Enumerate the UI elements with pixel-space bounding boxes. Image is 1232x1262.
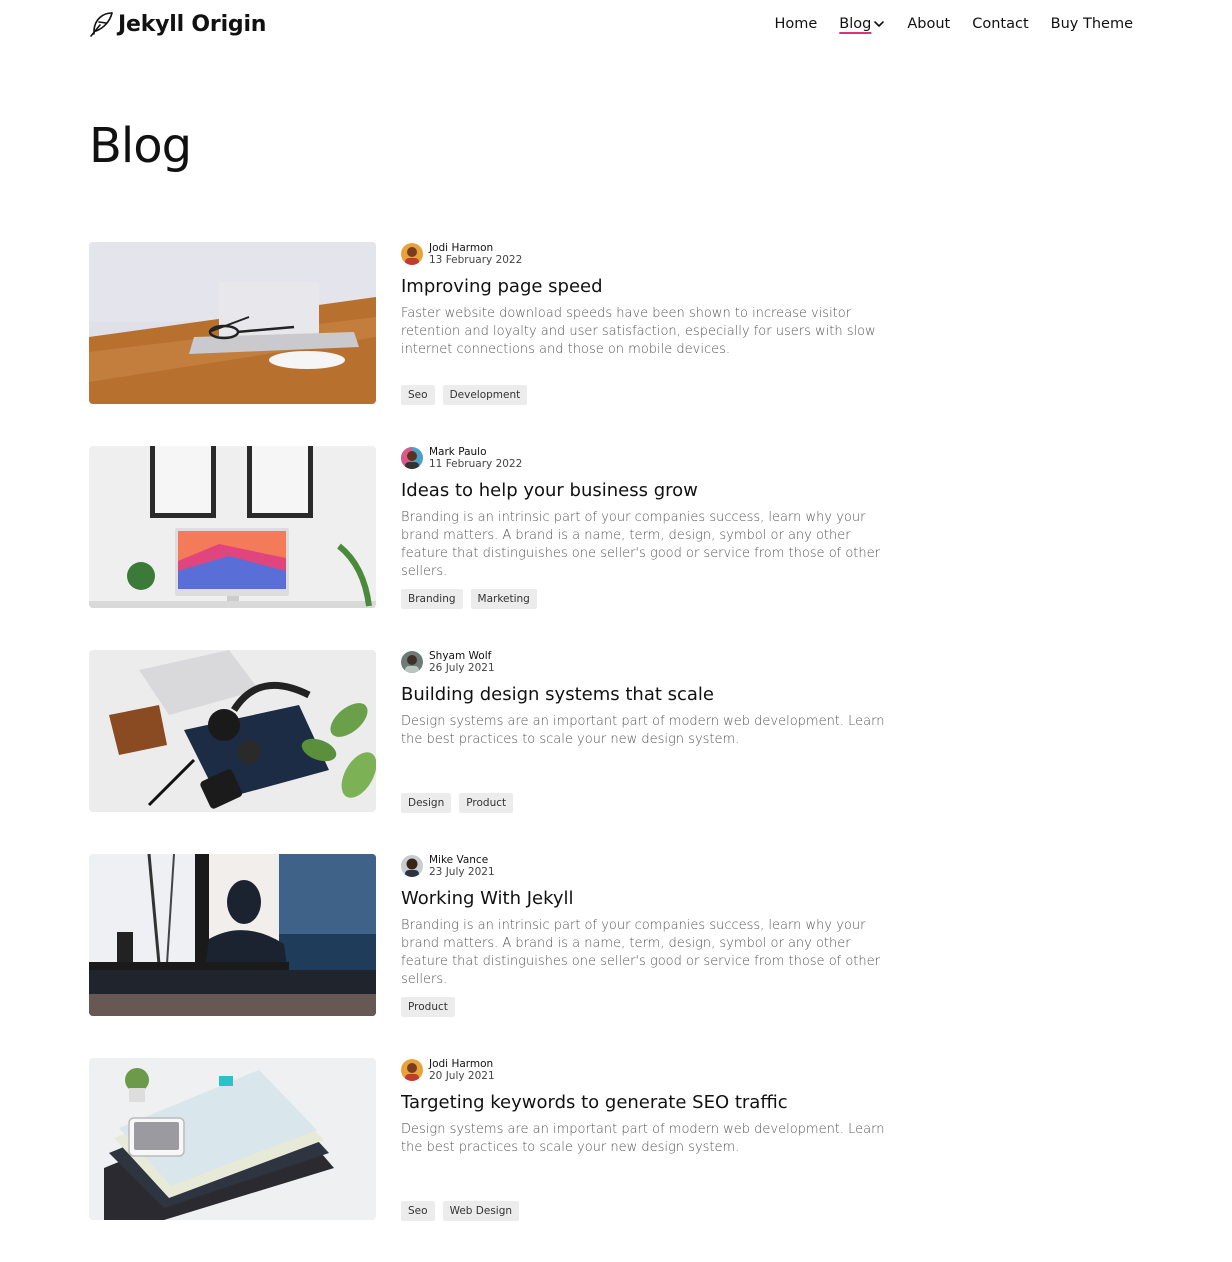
post-title[interactable]: Working With Jekyll xyxy=(401,886,891,912)
feather-icon xyxy=(90,12,113,37)
post-tags: Design Product xyxy=(401,793,514,813)
main-nav: Home Blog About Contact Buy Theme xyxy=(774,16,1133,32)
post-date: 20 July 2021 xyxy=(429,1070,495,1082)
post-thumbnail[interactable] xyxy=(89,650,376,812)
post-card: Mike Vance 23 July 2021 Working With Jek… xyxy=(89,854,891,1017)
post-content: Mark Paulo 11 February 2022 Ideas to hel… xyxy=(401,446,891,581)
post-tags: Product xyxy=(401,997,455,1017)
tag[interactable]: Web Design xyxy=(442,1201,520,1221)
post-date: 23 July 2021 xyxy=(429,866,495,878)
avatar xyxy=(401,651,423,673)
post-thumbnail[interactable] xyxy=(89,446,376,608)
avatar xyxy=(401,1059,423,1081)
post-thumbnail[interactable] xyxy=(89,1058,376,1220)
post-meta: Jodi Harmon 20 July 2021 xyxy=(401,1058,891,1082)
post-content: Jodi Harmon 13 February 2022 Improving p… xyxy=(401,242,891,359)
post-excerpt: Design systems are an important part of … xyxy=(401,714,885,747)
site-name: Jekyll Origin xyxy=(118,11,267,37)
post-author[interactable]: Mike Vance xyxy=(429,854,495,866)
post-excerpt: Design systems are an important part of … xyxy=(401,1122,885,1155)
post-excerpt: Branding is an intrinsic part of your co… xyxy=(401,918,880,987)
post-tags: Seo Web Design xyxy=(401,1201,520,1221)
post-card: Jodi Harmon 20 July 2021 Targeting keywo… xyxy=(89,1058,891,1221)
post-card: Mark Paulo 11 February 2022 Ideas to hel… xyxy=(89,446,891,609)
post-tags: Seo Development xyxy=(401,385,528,405)
post-author[interactable]: Mark Paulo xyxy=(429,446,522,458)
post-content: Jodi Harmon 20 July 2021 Targeting keywo… xyxy=(401,1058,891,1157)
post-image xyxy=(89,650,376,812)
site-header: Jekyll Origin Home Blog About Contact Bu… xyxy=(0,0,1232,52)
post-meta: Mark Paulo 11 February 2022 xyxy=(401,446,891,470)
tag[interactable]: Seo xyxy=(401,385,435,405)
tag[interactable]: Product xyxy=(459,793,514,813)
post-meta: Mike Vance 23 July 2021 xyxy=(401,854,891,878)
post-title[interactable]: Ideas to help your business grow xyxy=(401,478,891,504)
tag[interactable]: Marketing xyxy=(470,589,537,609)
post-image xyxy=(89,242,376,404)
post-content: Mike Vance 23 July 2021 Working With Jek… xyxy=(401,854,891,989)
post-image xyxy=(89,1058,376,1220)
avatar xyxy=(401,243,423,265)
site-logo[interactable]: Jekyll Origin xyxy=(89,10,266,38)
avatar xyxy=(401,447,423,469)
tag[interactable]: Development xyxy=(442,385,528,405)
page-title: Blog xyxy=(89,118,192,174)
post-image xyxy=(89,446,376,608)
post-card: Jodi Harmon 13 February 2022 Improving p… xyxy=(89,242,891,405)
post-date: 11 February 2022 xyxy=(429,458,523,470)
nav-buy-theme[interactable]: Buy Theme xyxy=(1051,16,1133,32)
post-author[interactable]: Jodi Harmon xyxy=(429,242,522,254)
post-meta: Jodi Harmon 13 February 2022 xyxy=(401,242,891,266)
post-meta: Shyam Wolf 26 July 2021 xyxy=(401,650,891,674)
tag[interactable]: Design xyxy=(401,793,452,813)
chevron-down-icon xyxy=(874,21,885,27)
post-tags: Branding Marketing xyxy=(401,589,537,609)
tag[interactable]: Seo xyxy=(401,1201,435,1221)
post-date: 13 February 2022 xyxy=(429,254,523,266)
tag[interactable]: Branding xyxy=(401,589,463,609)
post-list: Jodi Harmon 13 February 2022 Improving p… xyxy=(89,242,889,1262)
nav-about[interactable]: About xyxy=(907,16,950,32)
post-card: Shyam Wolf 26 July 2021 Building design … xyxy=(89,650,891,813)
post-excerpt: Faster website download speeds have been… xyxy=(401,306,876,357)
nav-home[interactable]: Home xyxy=(774,16,817,32)
tag[interactable]: Product xyxy=(401,997,455,1017)
post-thumbnail[interactable] xyxy=(89,854,376,1016)
post-thumbnail[interactable] xyxy=(89,242,376,404)
post-excerpt: Branding is an intrinsic part of your co… xyxy=(401,510,880,579)
post-author[interactable]: Shyam Wolf xyxy=(429,650,495,662)
post-image xyxy=(89,854,376,1016)
post-title[interactable]: Building design systems that scale xyxy=(401,682,891,708)
avatar xyxy=(401,855,423,877)
post-author[interactable]: Jodi Harmon xyxy=(429,1058,495,1070)
post-title[interactable]: Improving page speed xyxy=(401,274,891,300)
nav-contact[interactable]: Contact xyxy=(972,16,1028,32)
nav-blog[interactable]: Blog xyxy=(839,16,885,32)
post-title[interactable]: Targeting keywords to generate SEO traff… xyxy=(401,1090,891,1116)
post-content: Shyam Wolf 26 July 2021 Building design … xyxy=(401,650,891,749)
post-date: 26 July 2021 xyxy=(429,662,495,674)
